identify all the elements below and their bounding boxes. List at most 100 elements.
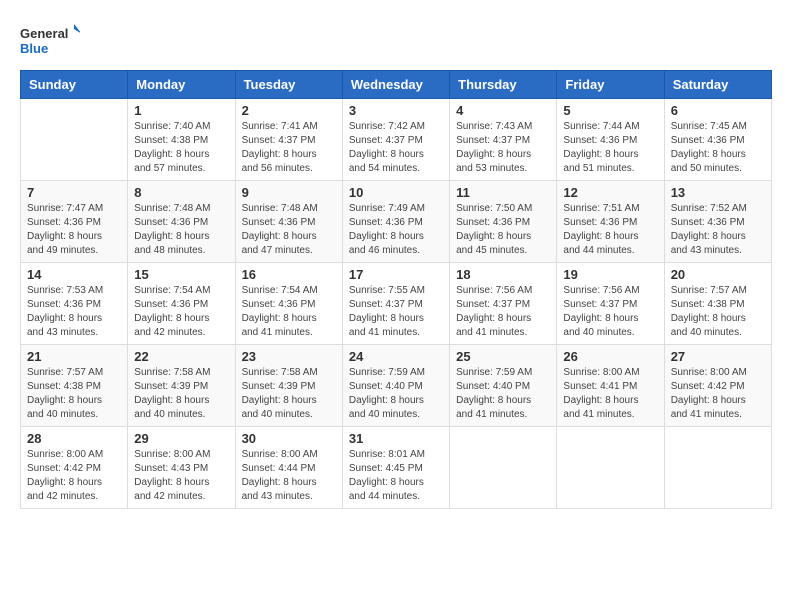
day-info: Sunrise: 7:54 AM Sunset: 4:36 PM Dayligh… — [242, 284, 336, 340]
day-cell: 1Sunrise: 7:40 AM Sunset: 4:38 PM Daylig… — [128, 99, 235, 181]
day-cell: 2 Sunrise: 7:41 AM Sunset: 4:37 PM Daylig… — [235, 99, 342, 181]
day-cell — [450, 427, 557, 509]
weekday-header-thursday: Thursday — [450, 71, 557, 99]
day-cell: 4 Sunrise: 7:43 AM Sunset: 4:37 PM Daylig… — [450, 99, 557, 181]
week-row-5: 28Sunrise: 8:00 AM Sunset: 4:42 PM Dayli… — [21, 427, 772, 509]
weekday-header-tuesday: Tuesday — [235, 71, 342, 99]
weekday-header-saturday: Saturday — [664, 71, 771, 99]
day-info: Sunrise: 7:57 AM Sunset: 4:38 PM Dayligh… — [671, 284, 765, 340]
day-cell: 8 Sunrise: 7:48 AM Sunset: 4:36 PM Daylig… — [128, 181, 235, 263]
day-cell: 29 Sunrise: 8:00 AM Sunset: 4:43 PM Dayli… — [128, 427, 235, 509]
day-info: Sunrise: 7:56 AM Sunset: 4:37 PM Dayligh… — [456, 284, 550, 340]
week-row-1: 1Sunrise: 7:40 AM Sunset: 4:38 PM Daylig… — [21, 99, 772, 181]
day-cell: 23 Sunrise: 7:58 AM Sunset: 4:39 PM Dayli… — [235, 345, 342, 427]
day-info: Sunrise: 7:48 AM Sunset: 4:36 PM Dayligh… — [242, 202, 336, 258]
day-number: 21 — [27, 349, 121, 364]
day-cell: 17 Sunrise: 7:55 AM Sunset: 4:37 PM Dayli… — [342, 263, 449, 345]
day-number: 7 — [27, 185, 121, 200]
day-number: 3 — [349, 103, 443, 118]
day-number: 27 — [671, 349, 765, 364]
day-number: 26 — [563, 349, 657, 364]
day-number: 17 — [349, 267, 443, 282]
day-cell: 18 Sunrise: 7:56 AM Sunset: 4:37 PM Dayli… — [450, 263, 557, 345]
logo: General Blue — [20, 20, 80, 60]
day-number: 8 — [134, 185, 228, 200]
svg-text:General: General — [20, 26, 68, 41]
day-number: 1 — [134, 103, 228, 118]
day-cell: 20Sunrise: 7:57 AM Sunset: 4:38 PM Dayli… — [664, 263, 771, 345]
day-info: Sunrise: 7:56 AM Sunset: 4:37 PM Dayligh… — [563, 284, 657, 340]
day-cell: 3 Sunrise: 7:42 AM Sunset: 4:37 PM Daylig… — [342, 99, 449, 181]
day-number: 15 — [134, 267, 228, 282]
day-cell — [21, 99, 128, 181]
logo-svg: General Blue — [20, 20, 80, 60]
day-info: Sunrise: 8:00 AM Sunset: 4:43 PM Dayligh… — [134, 448, 228, 504]
day-number: 13 — [671, 185, 765, 200]
day-number: 23 — [242, 349, 336, 364]
weekday-header-monday: Monday — [128, 71, 235, 99]
day-info: Sunrise: 8:00 AM Sunset: 4:42 PM Dayligh… — [671, 366, 765, 422]
day-info: Sunrise: 7:52 AM Sunset: 4:36 PM Dayligh… — [671, 202, 765, 258]
day-info: Sunrise: 8:01 AM Sunset: 4:45 PM Dayligh… — [349, 448, 443, 504]
day-info: Sunrise: 7:55 AM Sunset: 4:37 PM Dayligh… — [349, 284, 443, 340]
day-cell: 31 Sunrise: 8:01 AM Sunset: 4:45 PM Dayli… — [342, 427, 449, 509]
day-number: 19 — [563, 267, 657, 282]
day-number: 18 — [456, 267, 550, 282]
day-info: Sunrise: 8:00 AM Sunset: 4:41 PM Dayligh… — [563, 366, 657, 422]
weekday-header-wednesday: Wednesday — [342, 71, 449, 99]
day-info: Sunrise: 8:00 AM Sunset: 4:44 PM Dayligh… — [242, 448, 336, 504]
day-info: Sunrise: 7:57 AM Sunset: 4:38 PM Dayligh… — [27, 366, 121, 422]
day-number: 28 — [27, 431, 121, 446]
day-number: 16 — [242, 267, 336, 282]
day-number: 14 — [27, 267, 121, 282]
day-cell: 27 Sunrise: 8:00 AM Sunset: 4:42 PM Dayli… — [664, 345, 771, 427]
day-number: 2 — [242, 103, 336, 118]
day-number: 31 — [349, 431, 443, 446]
day-cell: 10Sunrise: 7:49 AM Sunset: 4:36 PM Dayli… — [342, 181, 449, 263]
weekday-header-row: SundayMondayTuesdayWednesdayThursdayFrid… — [21, 71, 772, 99]
day-info: Sunrise: 7:58 AM Sunset: 4:39 PM Dayligh… — [242, 366, 336, 422]
day-cell: 19 Sunrise: 7:56 AM Sunset: 4:37 PM Dayli… — [557, 263, 664, 345]
week-row-4: 21 Sunrise: 7:57 AM Sunset: 4:38 PM Dayli… — [21, 345, 772, 427]
week-row-3: 14Sunrise: 7:53 AM Sunset: 4:36 PM Dayli… — [21, 263, 772, 345]
day-info: Sunrise: 7:58 AM Sunset: 4:39 PM Dayligh… — [134, 366, 228, 422]
day-number: 4 — [456, 103, 550, 118]
day-info: Sunrise: 7:48 AM Sunset: 4:36 PM Dayligh… — [134, 202, 228, 258]
day-number: 11 — [456, 185, 550, 200]
day-cell: 9 Sunrise: 7:48 AM Sunset: 4:36 PM Daylig… — [235, 181, 342, 263]
day-cell: 12 Sunrise: 7:51 AM Sunset: 4:36 PM Dayli… — [557, 181, 664, 263]
day-cell: 15Sunrise: 7:54 AM Sunset: 4:36 PM Dayli… — [128, 263, 235, 345]
day-info: Sunrise: 7:44 AM Sunset: 4:36 PM Dayligh… — [563, 120, 657, 176]
day-info: Sunrise: 7:41 AM Sunset: 4:37 PM Dayligh… — [242, 120, 336, 176]
day-cell: 30Sunrise: 8:00 AM Sunset: 4:44 PM Dayli… — [235, 427, 342, 509]
day-cell: 28Sunrise: 8:00 AM Sunset: 4:42 PM Dayli… — [21, 427, 128, 509]
weekday-header-sunday: Sunday — [21, 71, 128, 99]
day-info: Sunrise: 7:43 AM Sunset: 4:37 PM Dayligh… — [456, 120, 550, 176]
day-info: Sunrise: 7:51 AM Sunset: 4:36 PM Dayligh… — [563, 202, 657, 258]
day-cell — [664, 427, 771, 509]
day-cell: 6 Sunrise: 7:45 AM Sunset: 4:36 PM Daylig… — [664, 99, 771, 181]
day-cell — [557, 427, 664, 509]
day-number: 24 — [349, 349, 443, 364]
day-cell: 14Sunrise: 7:53 AM Sunset: 4:36 PM Dayli… — [21, 263, 128, 345]
day-number: 29 — [134, 431, 228, 446]
day-cell: 22 Sunrise: 7:58 AM Sunset: 4:39 PM Dayli… — [128, 345, 235, 427]
day-info: Sunrise: 7:59 AM Sunset: 4:40 PM Dayligh… — [456, 366, 550, 422]
day-info: Sunrise: 7:45 AM Sunset: 4:36 PM Dayligh… — [671, 120, 765, 176]
day-number: 5 — [563, 103, 657, 118]
day-info: Sunrise: 7:42 AM Sunset: 4:37 PM Dayligh… — [349, 120, 443, 176]
day-cell: 25Sunrise: 7:59 AM Sunset: 4:40 PM Dayli… — [450, 345, 557, 427]
day-info: Sunrise: 7:59 AM Sunset: 4:40 PM Dayligh… — [349, 366, 443, 422]
day-number: 9 — [242, 185, 336, 200]
day-cell: 7 Sunrise: 7:47 AM Sunset: 4:36 PM Daylig… — [21, 181, 128, 263]
day-info: Sunrise: 7:50 AM Sunset: 4:36 PM Dayligh… — [456, 202, 550, 258]
day-number: 22 — [134, 349, 228, 364]
day-cell: 13 Sunrise: 7:52 AM Sunset: 4:36 PM Dayli… — [664, 181, 771, 263]
day-cell: 24 Sunrise: 7:59 AM Sunset: 4:40 PM Dayli… — [342, 345, 449, 427]
day-number: 10 — [349, 185, 443, 200]
calendar-table: SundayMondayTuesdayWednesdayThursdayFrid… — [20, 70, 772, 509]
day-cell: 5 Sunrise: 7:44 AM Sunset: 4:36 PM Daylig… — [557, 99, 664, 181]
day-number: 6 — [671, 103, 765, 118]
day-number: 12 — [563, 185, 657, 200]
day-info: Sunrise: 7:47 AM Sunset: 4:36 PM Dayligh… — [27, 202, 121, 258]
